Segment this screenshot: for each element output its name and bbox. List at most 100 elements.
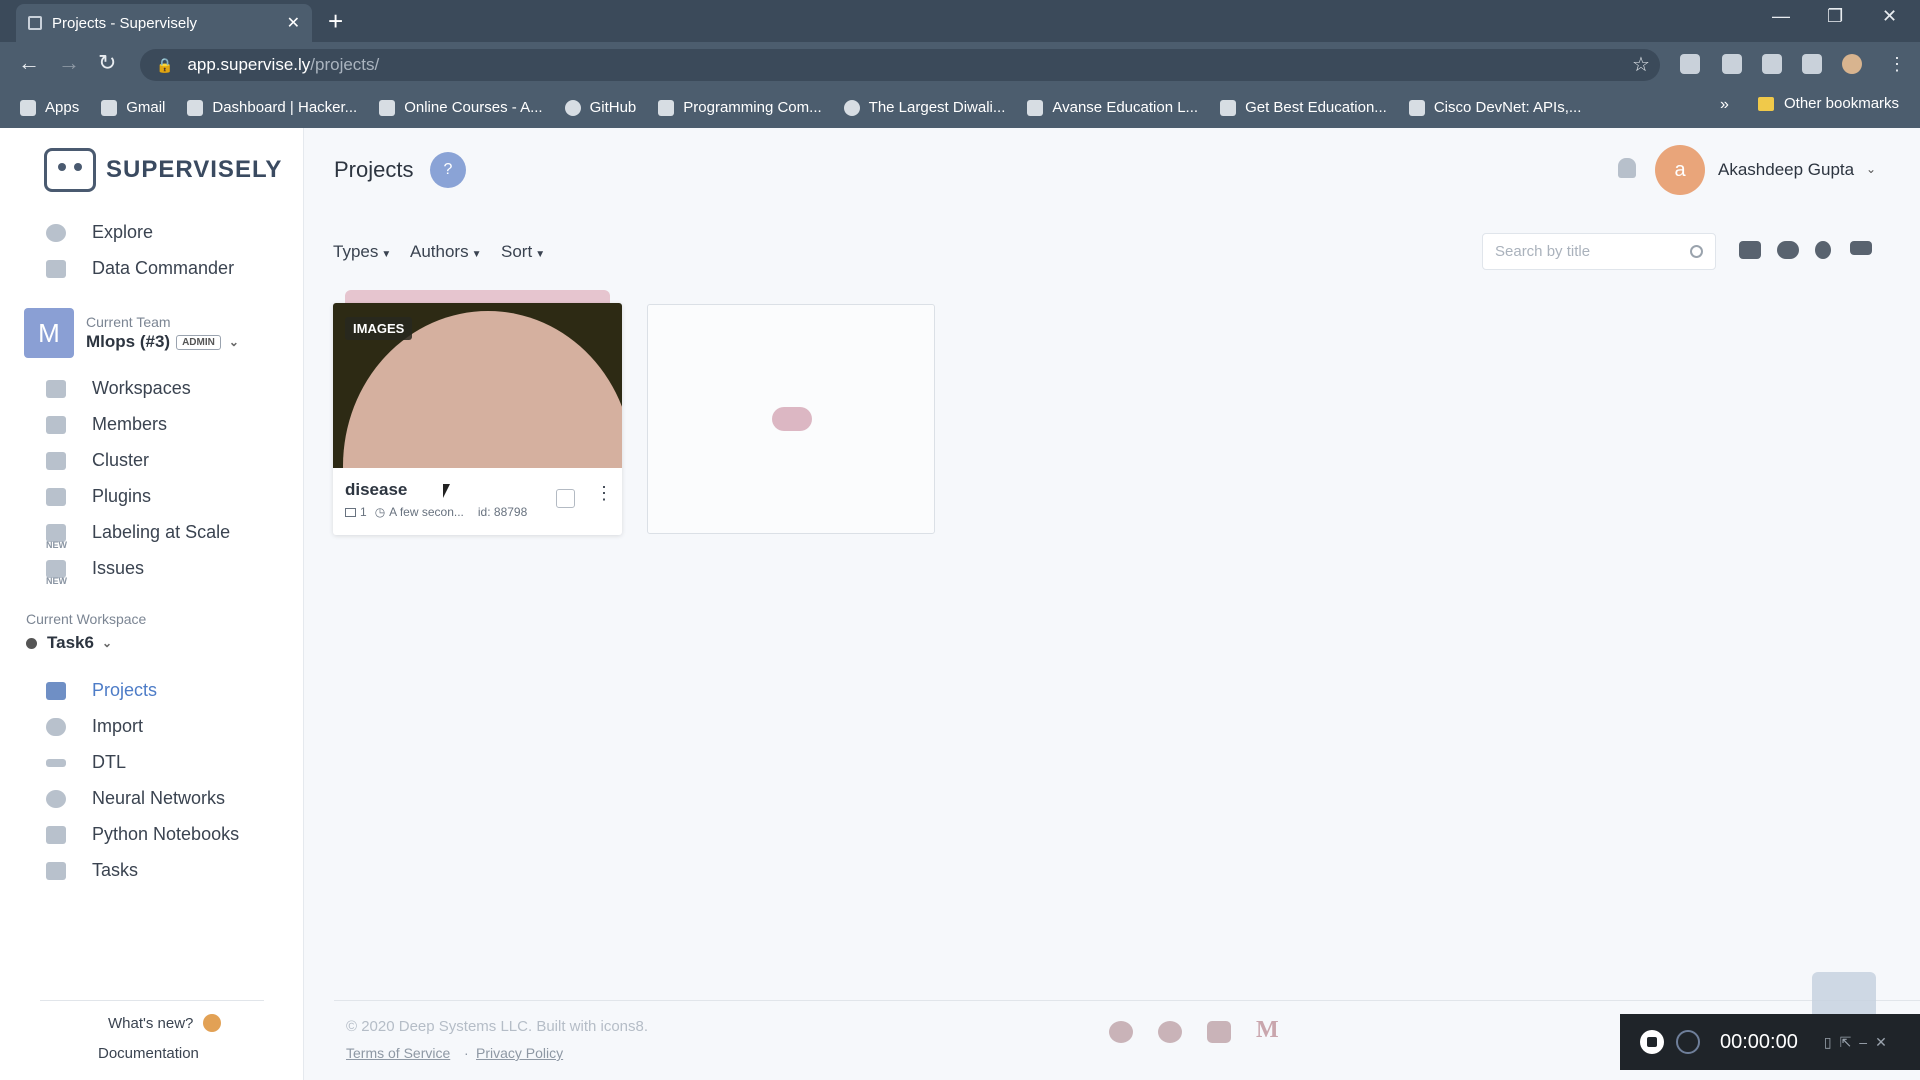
share-users-icon[interactable]: [1739, 241, 1761, 259]
bookmark-diwali[interactable]: The Largest Diwali...: [843, 99, 1005, 116]
browser-menu-icon[interactable]: ⋮: [1888, 54, 1906, 75]
close-tab-icon[interactable]: ✕: [287, 13, 300, 33]
bookmark-online-courses[interactable]: Online Courses - A...: [379, 99, 543, 116]
project-card[interactable]: IMAGES disease 1 ◷ A few secon... id: 88…: [333, 303, 622, 535]
sidebar-item-data-commander[interactable]: Data Commander: [46, 258, 234, 279]
chevron-down-icon[interactable]: ⌄: [1866, 162, 1876, 176]
reload-icon[interactable]: ↻: [98, 50, 116, 76]
sidebar-item-neural-networks[interactable]: Neural Networks: [46, 788, 225, 809]
puzzle-icon: [46, 487, 66, 506]
restore-icon[interactable]: ❐: [1827, 6, 1843, 27]
members-icon: [46, 415, 66, 434]
picture-in-picture-widget[interactable]: [1812, 972, 1876, 1014]
other-bookmarks[interactable]: Other bookmarks: [1758, 95, 1899, 112]
screen-recorder-bar: 00:00:00 ▯⇱–✕: [1620, 1014, 1920, 1070]
bookmark-cisco[interactable]: Cisco DevNet: APIs,...: [1408, 99, 1581, 116]
bookmark-education[interactable]: Get Best Education...: [1220, 99, 1387, 116]
sidebar-item-members[interactable]: Members: [46, 414, 167, 435]
new-tag: NEW: [46, 575, 67, 586]
terms-link[interactable]: Terms of Service: [346, 1045, 450, 1061]
extension-icon[interactable]: [1680, 54, 1700, 74]
sidebar-item-explore[interactable]: Explore: [46, 222, 153, 243]
upload-project-card[interactable]: [647, 304, 935, 534]
bookmark-programming[interactable]: Programming Com...: [658, 99, 822, 116]
sidebar-item-cluster[interactable]: Cluster: [46, 450, 149, 471]
workspace-selector[interactable]: Task6 ⌄: [26, 633, 112, 653]
updated-time: A few secon...: [389, 505, 464, 519]
url-path: /projects/: [310, 55, 380, 74]
sidebar-item-workspaces[interactable]: Workspaces: [46, 378, 191, 399]
sidebar: SUPERVISELY Explore Data Commander M Cur…: [0, 128, 304, 1080]
help-icon[interactable]: ?: [430, 152, 466, 188]
site-favicon-icon: [28, 16, 42, 30]
privacy-link[interactable]: Privacy Policy: [476, 1045, 563, 1061]
url-bar[interactable]: 🔒 app.supervise.ly/projects/: [140, 49, 1660, 81]
chevron-down-icon[interactable]: ⌄: [229, 335, 239, 349]
refresh-icon[interactable]: [1815, 241, 1831, 259]
recorder-controls-icon[interactable]: ▯⇱–✕: [1824, 1034, 1895, 1051]
search-placeholder: Search by title: [1495, 243, 1591, 260]
types-filter[interactable]: Types ▼: [333, 242, 391, 262]
bookmark-gmail[interactable]: Gmail: [101, 99, 165, 116]
sidebar-item-projects[interactable]: Projects: [46, 680, 157, 701]
minimize-icon[interactable]: —: [1772, 6, 1790, 27]
sidebar-item-labeling-at-scale[interactable]: NEW Labeling at Scale: [46, 522, 230, 550]
copyright-text: © 2020 Deep Systems LLC. Built with icon…: [346, 1018, 649, 1035]
new-tab-icon[interactable]: +: [328, 6, 343, 37]
project-name[interactable]: disease: [345, 480, 407, 500]
project-thumbnail[interactable]: IMAGES: [333, 303, 622, 468]
user-avatar[interactable]: a: [1655, 145, 1705, 195]
bookmark-hackerrank[interactable]: Dashboard | Hacker...: [187, 99, 357, 116]
team-avatar: M: [24, 308, 74, 358]
caret-down-icon: ▼: [535, 249, 546, 260]
bookmark-github[interactable]: GitHub: [564, 99, 636, 116]
supervisely-logo[interactable]: SUPERVISELY: [44, 148, 282, 192]
bookmark-apps[interactable]: Apps: [20, 99, 79, 116]
profile-avatar-icon[interactable]: [1842, 54, 1862, 74]
whats-new-link[interactable]: What's new?: [108, 1014, 222, 1032]
extensions-puzzle-icon[interactable]: [1802, 54, 1822, 74]
avanse-icon: [1027, 99, 1044, 116]
select-checkbox[interactable]: [556, 489, 575, 508]
sidebar-item-issues[interactable]: NEW Issues: [46, 558, 144, 586]
sort-filter[interactable]: Sort ▼: [501, 242, 545, 262]
list-view-icon[interactable]: [1850, 241, 1872, 255]
extension-icon[interactable]: [1722, 54, 1742, 74]
slack-icon[interactable]: [1109, 1021, 1133, 1043]
medium-icon[interactable]: M: [1256, 1017, 1280, 1043]
sidebar-item-python-notebooks[interactable]: Python Notebooks: [46, 824, 239, 845]
browser-tab[interactable]: Projects - Supervisely ✕: [16, 4, 312, 42]
user-name[interactable]: Akashdeep Gupta: [1718, 160, 1854, 180]
extension-icon[interactable]: [1762, 54, 1782, 74]
notification-bell-icon[interactable]: [1618, 158, 1636, 178]
youtube-icon[interactable]: [1207, 1021, 1231, 1043]
bookmark-star-icon[interactable]: ☆: [1632, 52, 1650, 77]
more-vertical-icon[interactable]: ⋮: [595, 484, 613, 502]
chevron-down-icon: ⌄: [101, 636, 113, 650]
forward-icon[interactable]: →: [58, 50, 80, 76]
recording-timer: 00:00:00: [1720, 1030, 1798, 1053]
back-icon[interactable]: ←: [18, 50, 40, 76]
sidebar-item-plugins[interactable]: Plugins: [46, 486, 151, 507]
sidebar-item-tasks[interactable]: Tasks: [46, 860, 138, 881]
cloud-upload-icon[interactable]: [1777, 241, 1799, 259]
sidebar-item-import[interactable]: Import: [46, 716, 143, 737]
pause-record-icon[interactable]: [1676, 1030, 1700, 1054]
project-id: id: 88798: [477, 505, 528, 519]
authors-filter[interactable]: Authors ▼: [410, 242, 482, 262]
bookmark-avanse[interactable]: Avanse Education L...: [1027, 99, 1198, 116]
project-type-tag: IMAGES: [345, 317, 413, 340]
caret-down-icon: ▼: [381, 249, 392, 260]
close-window-icon[interactable]: ✕: [1882, 6, 1897, 27]
stop-record-icon[interactable]: [1640, 1030, 1664, 1054]
documentation-link[interactable]: Documentation: [98, 1045, 199, 1062]
current-team[interactable]: M Current Team Mlops (#3) ADMIN ⌄: [24, 308, 239, 358]
dataset-count: 1: [360, 505, 367, 519]
workspace-dot-icon: [26, 637, 37, 649]
sidebar-item-dtl[interactable]: DTL: [46, 752, 126, 773]
more-bookmarks-icon[interactable]: »: [1720, 96, 1729, 114]
project-meta: 1 ◷ A few secon... id: 88798: [345, 505, 527, 519]
github-icon[interactable]: [1158, 1021, 1182, 1043]
search-input[interactable]: Search by title: [1482, 233, 1716, 270]
diwali-icon: [843, 99, 860, 116]
